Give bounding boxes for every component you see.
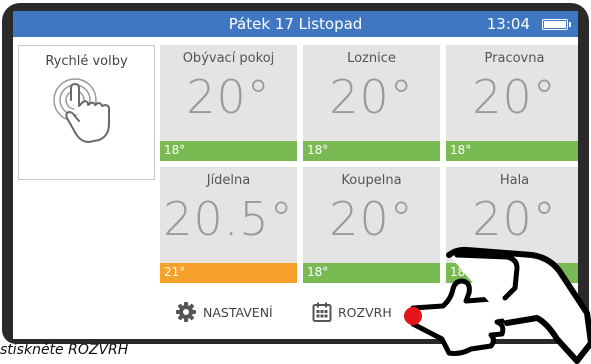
quick-select-label: Rychlé volby [45,54,128,69]
setpoint-label: 18° [307,143,329,157]
room-temperature: 20.5° [163,192,294,246]
room-temperature: 20° [329,192,414,246]
room-temperature: 20° [329,70,414,124]
status-bar: Pátek 17 Listopad 13:04 [13,11,578,37]
tap-marker [404,307,422,325]
setpoint-bar: 18° [303,141,440,161]
room-temperature: 20° [472,192,557,246]
clock-label: 13:04 [486,15,530,33]
room-tile[interactable]: Loznice 20° 18° [303,45,440,161]
settings-label: NASTAVENÍ [203,304,273,320]
room-tile[interactable]: Jídelna 20.5° 21° [160,167,297,283]
touch-gesture-icon [53,78,110,143]
room-name: Hala [499,173,530,188]
setpoint-label: 18° [450,143,472,157]
schedule-label: ROZVRH [338,304,392,320]
setpoint-label: 18° [307,265,329,279]
setpoint-label: 21° [164,265,186,279]
room-name: Loznice [347,51,396,66]
schedule-button[interactable]: ROZVRH [312,301,392,323]
room-name: Jídelna [206,173,251,188]
quick-select-button[interactable]: Rychlé volby [18,45,155,180]
setpoint-label: 18° [164,143,186,157]
calendar-icon [312,302,332,322]
setpoint-bar: 21° [160,263,297,283]
room-name: Pracovna [484,51,545,66]
settings-button[interactable]: NASTAVENÍ [175,301,273,323]
room-name: Koupelna [341,173,402,188]
room-tile[interactable]: Pracovna 20° 18° [446,45,578,161]
room-name: Obývací pokoj [182,51,275,66]
gear-icon [176,302,196,322]
setpoint-bar: 18° [446,141,578,161]
room-tile[interactable]: Obývací pokoj 20° 18° [160,45,297,161]
room-temperature: 20° [186,70,271,124]
instruction-caption: stiskněte ROZVRH [0,342,129,358]
room-temperature: 20° [472,70,557,124]
battery-full-icon [542,19,571,30]
pointing-hand-icon [404,246,591,364]
setpoint-bar: 18° [160,141,297,161]
